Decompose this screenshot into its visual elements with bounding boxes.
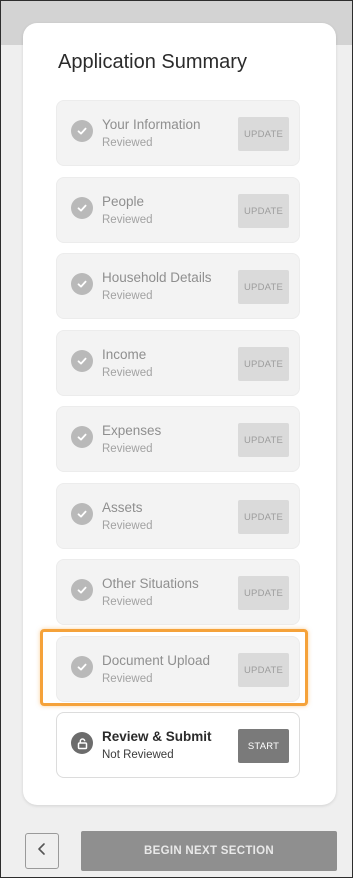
highlight-box [40,629,308,706]
section-review-submit: Review & Submit Not Reviewed START [56,712,300,778]
app-frame: Application Summary Your Information Rev… [0,0,353,878]
section-assets: Assets Reviewed UPDATE [56,483,300,549]
section-title: Your Information [102,117,201,132]
section-status: Reviewed [102,367,153,379]
page-title: Application Summary [58,51,247,73]
section-title: Assets [102,500,143,515]
section-title: Review & Submit [102,729,212,744]
section-title: Expenses [102,423,162,438]
check-circle-icon [71,503,93,525]
section-status: Reviewed [102,137,153,149]
start-button[interactable]: START [238,729,289,763]
section-your-information: Your Information Reviewed UPDATE [56,100,300,166]
section-title: Household Details [102,270,212,285]
section-people: People Reviewed UPDATE [56,177,300,243]
update-button[interactable]: UPDATE [238,194,289,228]
section-expenses: Expenses Reviewed UPDATE [56,406,300,472]
section-other-situations: Other Situations Reviewed UPDATE [56,559,300,625]
section-household-details: Household Details Reviewed UPDATE [56,253,300,319]
back-button[interactable] [25,833,59,869]
section-status: Reviewed [102,214,153,226]
section-status: Reviewed [102,520,153,532]
section-title: Income [102,347,147,362]
begin-next-section-button[interactable]: BEGIN NEXT SECTION [81,831,337,871]
section-status: Reviewed [102,290,153,302]
lock-icon [71,732,93,754]
section-status: Reviewed [102,443,153,455]
update-button[interactable]: UPDATE [238,347,289,381]
update-button[interactable]: UPDATE [238,500,289,534]
section-status: Reviewed [102,596,153,608]
update-button[interactable]: UPDATE [238,117,289,151]
section-title: Other Situations [102,576,199,591]
check-circle-icon [71,273,93,295]
update-button[interactable]: UPDATE [238,423,289,457]
check-circle-icon [71,197,93,219]
section-title: People [102,194,145,209]
update-button[interactable]: UPDATE [238,270,289,304]
update-button[interactable]: UPDATE [238,576,289,610]
check-circle-icon [71,120,93,142]
chevron-left-icon [36,842,48,861]
check-circle-icon [71,350,93,372]
section-status: Not Reviewed [102,749,174,761]
section-income: Income Reviewed UPDATE [56,330,300,396]
check-circle-icon [71,579,93,601]
check-circle-icon [71,426,93,448]
